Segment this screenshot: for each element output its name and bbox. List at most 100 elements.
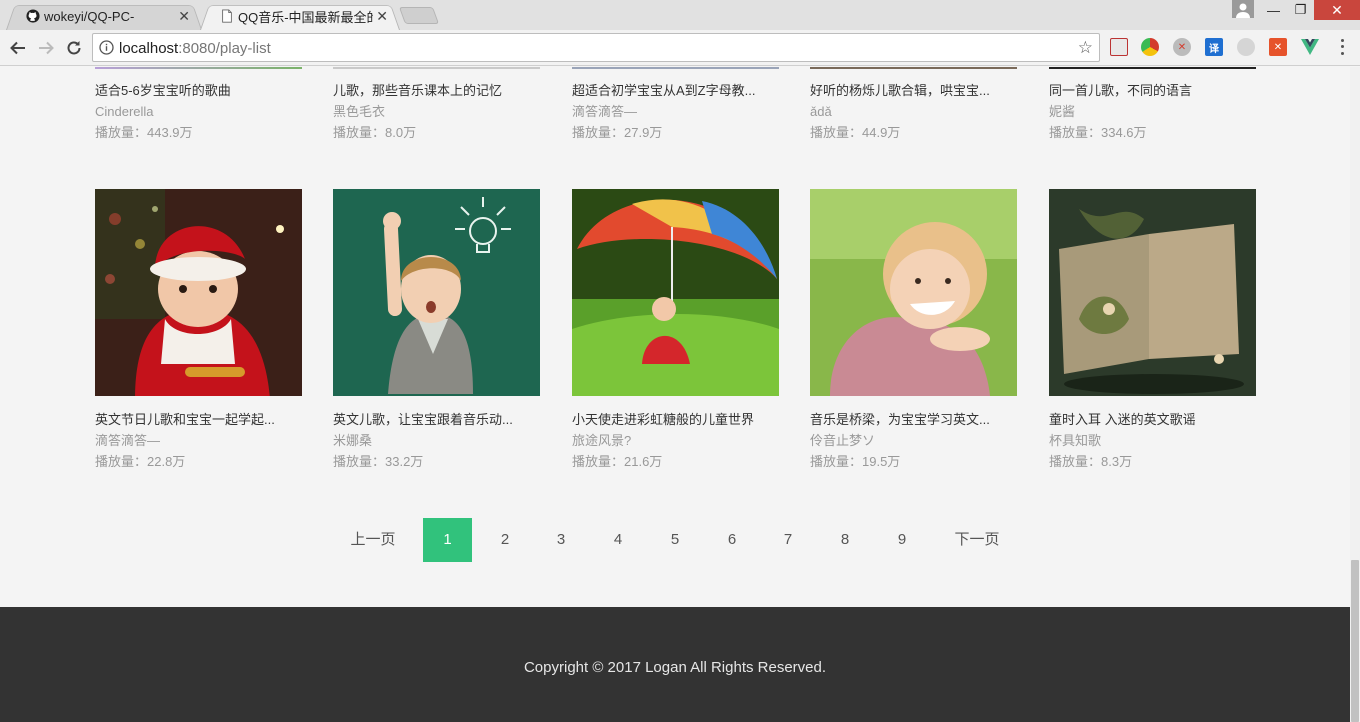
page-6-button[interactable]: 6	[715, 518, 749, 562]
playlist-card[interactable]: 适合5-6岁宝宝听的歌曲 Cinderella 播放量：443.9万	[95, 81, 305, 143]
copyright-text: Copyright © 2017 Logan All Rights Reserv…	[523, 659, 827, 676]
cover-edge	[1049, 67, 1256, 69]
playlist-cover-smiling-child[interactable]	[810, 189, 1017, 396]
cover-edge	[810, 67, 1017, 69]
browser-tab-qqmusic[interactable]: QQ音乐-中国最新最全的 ✕	[200, 2, 400, 30]
playlist-title[interactable]: 适合5-6岁宝宝听的歌曲	[95, 81, 305, 101]
playlist-play-count: 播放量：33.2万	[333, 454, 424, 469]
info-icon[interactable]	[99, 40, 114, 55]
playlist-play-count: 播放量：27.9万	[572, 125, 663, 140]
page-icon	[222, 9, 232, 23]
user-profile-icon[interactable]	[1232, 0, 1254, 18]
tab-title: wokeyi/QQ-PC-	[44, 8, 135, 24]
url-text: localhost:8080/play-list	[119, 40, 271, 57]
playlist-cover-chalkboard-boy[interactable]	[333, 189, 540, 396]
cover-edge	[95, 67, 302, 69]
gray-extension-icon[interactable]	[1237, 38, 1255, 56]
playlist-author[interactable]: 米娜桑	[333, 430, 543, 451]
playlist-card[interactable]: 同一首儿歌，不同的语言 妮酱 播放量：334.6万	[1049, 81, 1259, 143]
playlist-card[interactable]: 超适合初学宝宝从A到Z字母教... 滴答滴答— 播放量：27.9万	[572, 81, 782, 143]
playlist-author[interactable]: 黑色毛衣	[333, 101, 543, 122]
bookmark-star-icon[interactable]: ☆	[1078, 38, 1093, 58]
forward-arrow-icon[interactable]	[34, 36, 58, 60]
back-arrow-icon[interactable]	[6, 36, 30, 60]
browser-tab-strip: wokeyi/QQ-PC- ✕ QQ音乐-中国最新最全的 ✕ — ❐ ✕	[0, 0, 1360, 30]
playlist-cover-fairy-book[interactable]	[1049, 189, 1256, 396]
page-2-button[interactable]: 2	[488, 518, 522, 562]
playlist-play-count: 播放量：22.8万	[95, 454, 186, 469]
page-4-button[interactable]: 4	[601, 518, 635, 562]
playlist-author[interactable]: 旅途风景?	[572, 430, 782, 451]
github-icon	[26, 9, 40, 23]
playlist-author[interactable]: 杯具知歌	[1049, 430, 1259, 451]
playlist-title[interactable]: 超适合初学宝宝从A到Z字母教...	[572, 81, 782, 101]
page-7-button[interactable]: 7	[771, 518, 805, 562]
playlist-cover-umbrella-girl[interactable]	[572, 189, 779, 396]
page-1-button[interactable]: 1	[423, 518, 472, 562]
playlist-title[interactable]: 音乐是桥梁，为宝宝学习英文...	[810, 410, 1020, 430]
playlist-author[interactable]: 滴答滴答—	[572, 101, 782, 122]
playlist-title[interactable]: 同一首儿歌，不同的语言	[1049, 81, 1259, 101]
translate-label: 译	[1209, 43, 1219, 55]
playlist-play-count: 播放量：334.6万	[1049, 125, 1147, 140]
playlist-author[interactable]: 妮酱	[1049, 101, 1259, 122]
playlist-play-count: 播放量：8.3万	[1049, 454, 1133, 469]
page-5-button[interactable]: 5	[658, 518, 692, 562]
close-tab-icon[interactable]: ✕	[376, 8, 388, 25]
cover-edge	[333, 67, 540, 69]
playlist-play-count: 播放量：8.0万	[333, 125, 417, 140]
minimize-icon[interactable]: —	[1260, 0, 1287, 20]
browser-tab-github[interactable]: wokeyi/QQ-PC- ✕	[6, 2, 202, 30]
download-extension-icon[interactable]: ✕	[1173, 38, 1191, 56]
browser-menu-icon[interactable]	[1337, 37, 1347, 57]
playlist-card[interactable]: 英文儿歌，让宝宝跟着音乐动... 米娜桑 播放量：33.2万	[333, 410, 543, 472]
playlist-title[interactable]: 小天使走进彩虹糖般的儿童世界	[572, 410, 782, 430]
playlist-card[interactable]: 音乐是桥梁，为宝宝学习英文... 伶音止梦ソ 播放量：19.5万	[810, 410, 1020, 472]
playlist-card[interactable]: 英文节日儿歌和宝宝一起学起... 滴答滴答— 播放量：22.8万	[95, 410, 305, 472]
close-tab-icon[interactable]: ✕	[178, 8, 190, 25]
page-9-button[interactable]: 9	[885, 518, 919, 562]
page-8-button[interactable]: 8	[828, 518, 862, 562]
address-bar[interactable]: localhost:8080/play-list ☆	[92, 33, 1100, 62]
window-close-icon[interactable]: ✕	[1314, 0, 1360, 20]
playlist-play-count: 播放量：19.5万	[810, 454, 901, 469]
playlist-title[interactable]: 儿歌，那些音乐课本上的记忆	[333, 81, 543, 101]
pagination: 上一页 1 2 3 4 5 6 7 8 9 下一页	[0, 518, 1350, 562]
notes-extension-icon[interactable]	[1110, 38, 1128, 56]
site-footer: Copyright © 2017 Logan All Rights Reserv…	[0, 607, 1350, 722]
page-3-button[interactable]: 3	[544, 518, 578, 562]
url-host: localhost	[119, 40, 179, 57]
playlist-card[interactable]: 儿歌，那些音乐课本上的记忆 黑色毛衣 播放量：8.0万	[333, 81, 543, 143]
playlist-card[interactable]: 好听的杨烁儿歌合辑，哄宝宝... ǎdǎ 播放量：44.9万	[810, 81, 1020, 143]
playlist-author[interactable]: Cinderella	[95, 101, 305, 122]
orange-extension-icon[interactable]: ✕	[1269, 38, 1287, 56]
scrollbar-thumb[interactable]	[1351, 560, 1359, 722]
playlist-author[interactable]: 滴答滴答—	[95, 430, 305, 451]
reload-icon[interactable]	[62, 36, 86, 60]
playlist-title[interactable]: 英文儿歌，让宝宝跟着音乐动...	[333, 410, 543, 430]
playlist-card[interactable]: 童时入耳 入迷的英文歌谣 杯具知歌 播放量：8.3万	[1049, 410, 1259, 472]
tab-title: QQ音乐-中国最新最全的	[238, 9, 373, 25]
playlist-play-count: 播放量：21.6万	[572, 454, 663, 469]
playlist-title[interactable]: 好听的杨烁儿歌合辑，哄宝宝...	[810, 81, 1020, 101]
playlist-author[interactable]: ǎdǎ	[810, 101, 1020, 122]
playlist-title[interactable]: 英文节日儿歌和宝宝一起学起...	[95, 410, 305, 430]
cover-edge	[572, 67, 779, 69]
playlist-card[interactable]: 小天使走进彩虹糖般的儿童世界 旅途风景? 播放量：21.6万	[572, 410, 782, 472]
next-page-button[interactable]: 下一页	[944, 518, 1010, 562]
translate-extension-icon[interactable]: 译	[1205, 38, 1223, 56]
chrome-extension-icon[interactable]	[1141, 38, 1159, 56]
url-path: :8080/play-list	[178, 40, 271, 57]
new-tab-button[interactable]	[398, 7, 440, 24]
playlist-author[interactable]: 伶音止梦ソ	[810, 430, 1020, 451]
playlist-play-count: 播放量：443.9万	[95, 125, 193, 140]
playlist-cover-santa-baby[interactable]	[95, 189, 302, 396]
window-controls: — ❐ ✕	[1232, 0, 1360, 22]
page-scrollbar[interactable]	[1350, 67, 1360, 722]
playlist-play-count: 播放量：44.9万	[810, 125, 901, 140]
prev-page-button[interactable]: 上一页	[340, 518, 406, 562]
playlist-title[interactable]: 童时入耳 入迷的英文歌谣	[1049, 410, 1259, 430]
page-viewport: 适合5-6岁宝宝听的歌曲 Cinderella 播放量：443.9万 儿歌，那些…	[0, 67, 1350, 722]
vue-devtools-icon[interactable]	[1301, 38, 1319, 56]
restore-icon[interactable]: ❐	[1287, 0, 1314, 20]
